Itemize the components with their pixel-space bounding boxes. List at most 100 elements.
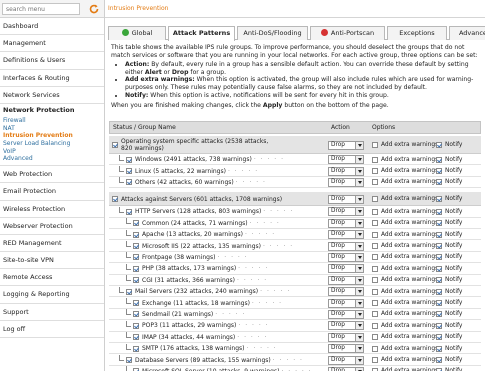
action-select[interactable]: Drop [328,194,364,204]
group-enabled-checkbox[interactable] [126,208,132,215]
notify-option[interactable]: Notify [436,154,462,165]
notify-checkbox[interactable] [436,334,442,341]
add-extra-warnings-checkbox[interactable] [372,168,378,175]
sidebar-item-web-protection[interactable]: Web Protection [0,166,104,184]
notify-option[interactable]: Notify [436,206,462,217]
notify-checkbox[interactable] [436,277,442,284]
chevron-down-icon[interactable] [355,345,363,353]
notify-checkbox[interactable] [436,300,442,307]
sidebar-item-interfaces-and-routing[interactable]: Interfaces & Routing [0,70,104,87]
sidebar-item-management[interactable]: Management [0,35,104,53]
tab-advanced[interactable]: Advanced [449,26,485,40]
action-select[interactable]: Drop [328,207,364,217]
sidebar-subitem-voip[interactable]: VoIP [0,148,104,156]
sidebar-item-log-off[interactable]: Log off [0,321,104,339]
tab-anti-dos-flooding[interactable]: Anti-DoS/Flooding [237,26,308,40]
sidebar-item-support[interactable]: Support [0,304,104,321]
action-select[interactable]: Drop [328,155,364,165]
notify-option[interactable]: Notify [436,343,462,354]
chevron-down-icon[interactable] [355,141,363,149]
notify-checkbox[interactable] [436,142,442,148]
sidebar-item-network-protection[interactable]: Network Protection [0,104,104,117]
action-select[interactable]: Drop [328,241,364,251]
notify-checkbox[interactable] [436,357,442,364]
notify-checkbox[interactable] [436,208,442,215]
add-extra-warnings-checkbox[interactable] [372,288,378,295]
action-select[interactable]: Drop [328,366,364,371]
notify-checkbox[interactable] [436,243,442,250]
chevron-down-icon[interactable] [355,242,363,250]
add-extra-warnings-checkbox[interactable] [372,265,378,272]
add-extra-warnings-checkbox[interactable] [372,277,378,284]
chevron-down-icon[interactable] [355,253,363,261]
chevron-down-icon[interactable] [355,356,363,364]
tab-attack-patterns[interactable]: Attack Patterns [168,26,235,41]
notify-checkbox[interactable] [436,156,442,163]
notify-option[interactable]: Notify [436,275,462,286]
notify-option[interactable]: Notify [436,218,462,229]
add-extra-warnings-option[interactable]: Add extra warnings [372,263,438,274]
notify-option[interactable]: Notify [436,177,462,188]
add-extra-warnings-option[interactable]: Add extra warnings [372,252,438,263]
sidebar-subitem-server-load-balancing[interactable]: Server Load Balancing [0,140,104,148]
add-extra-warnings-option[interactable]: Add extra warnings [372,275,438,286]
chevron-down-icon[interactable] [355,195,363,203]
notify-option[interactable]: Notify [436,240,462,251]
notify-option[interactable]: Notify [436,229,462,240]
action-select[interactable]: Drop [328,177,364,187]
group-enabled-checkbox[interactable] [112,142,118,148]
sidebar-item-wireless-protection[interactable]: Wireless Protection [0,201,104,218]
tab-exceptions[interactable]: Exceptions [387,26,447,40]
sidebar-subitem-firewall[interactable]: Firewall [0,117,104,125]
add-extra-warnings-option[interactable]: Add extra warnings [372,229,438,240]
add-extra-warnings-option[interactable]: Add extra warnings [372,177,438,188]
notify-checkbox[interactable] [436,254,442,261]
add-extra-warnings-checkbox[interactable] [372,156,378,163]
add-extra-warnings-checkbox[interactable] [372,179,378,186]
group-enabled-checkbox[interactable] [126,156,132,163]
notify-checkbox[interactable] [436,311,442,318]
group-enabled-checkbox[interactable] [126,168,132,175]
add-extra-warnings-option[interactable]: Add extra warnings [372,165,438,176]
notify-option[interactable]: Notify [436,165,462,176]
add-extra-warnings-option[interactable]: Add extra warnings [372,320,438,331]
group-enabled-checkbox[interactable] [126,357,132,364]
chevron-down-icon[interactable] [355,219,363,227]
group-enabled-checkbox[interactable] [126,179,132,186]
add-extra-warnings-checkbox[interactable] [372,345,378,352]
action-select[interactable]: Drop [328,287,364,297]
group-enabled-checkbox[interactable] [126,288,132,295]
notify-option[interactable]: Notify [436,354,462,365]
action-select[interactable]: Drop [328,140,364,150]
add-extra-warnings-checkbox[interactable] [372,208,378,215]
group-enabled-checkbox[interactable] [133,254,139,261]
notify-checkbox[interactable] [436,220,442,227]
add-extra-warnings-option[interactable]: Add extra warnings [372,332,438,343]
add-extra-warnings-option[interactable]: Add extra warnings [372,366,438,371]
sidebar-item-network-services[interactable]: Network Services [0,87,104,104]
group-enabled-checkbox[interactable] [133,322,139,329]
notify-checkbox[interactable] [436,322,442,329]
group-enabled-checkbox[interactable] [133,345,139,352]
refresh-icon[interactable] [88,3,100,15]
chevron-down-icon[interactable] [355,231,363,239]
notify-option[interactable]: Notify [436,286,462,297]
action-select[interactable]: Drop [328,166,364,176]
group-enabled-checkbox[interactable] [133,220,139,227]
add-extra-warnings-checkbox[interactable] [372,196,378,203]
notify-option[interactable]: Notify [436,332,462,343]
notify-checkbox[interactable] [436,179,442,186]
notify-checkbox[interactable] [436,231,442,238]
action-select[interactable]: Drop [328,264,364,274]
sidebar-item-red-management[interactable]: RED Management [0,235,104,253]
sidebar-item-webserver-protection[interactable]: Webserver Protection [0,218,104,235]
chevron-down-icon[interactable] [355,156,363,164]
add-extra-warnings-checkbox[interactable] [372,334,378,341]
action-select[interactable]: Drop [328,344,364,354]
chevron-down-icon[interactable] [355,276,363,284]
add-extra-warnings-option[interactable]: Add extra warnings [372,354,438,365]
notify-option[interactable]: Notify [436,136,462,154]
notify-option[interactable]: Notify [436,309,462,320]
group-enabled-checkbox[interactable] [112,196,118,203]
notify-option[interactable]: Notify [436,320,462,331]
